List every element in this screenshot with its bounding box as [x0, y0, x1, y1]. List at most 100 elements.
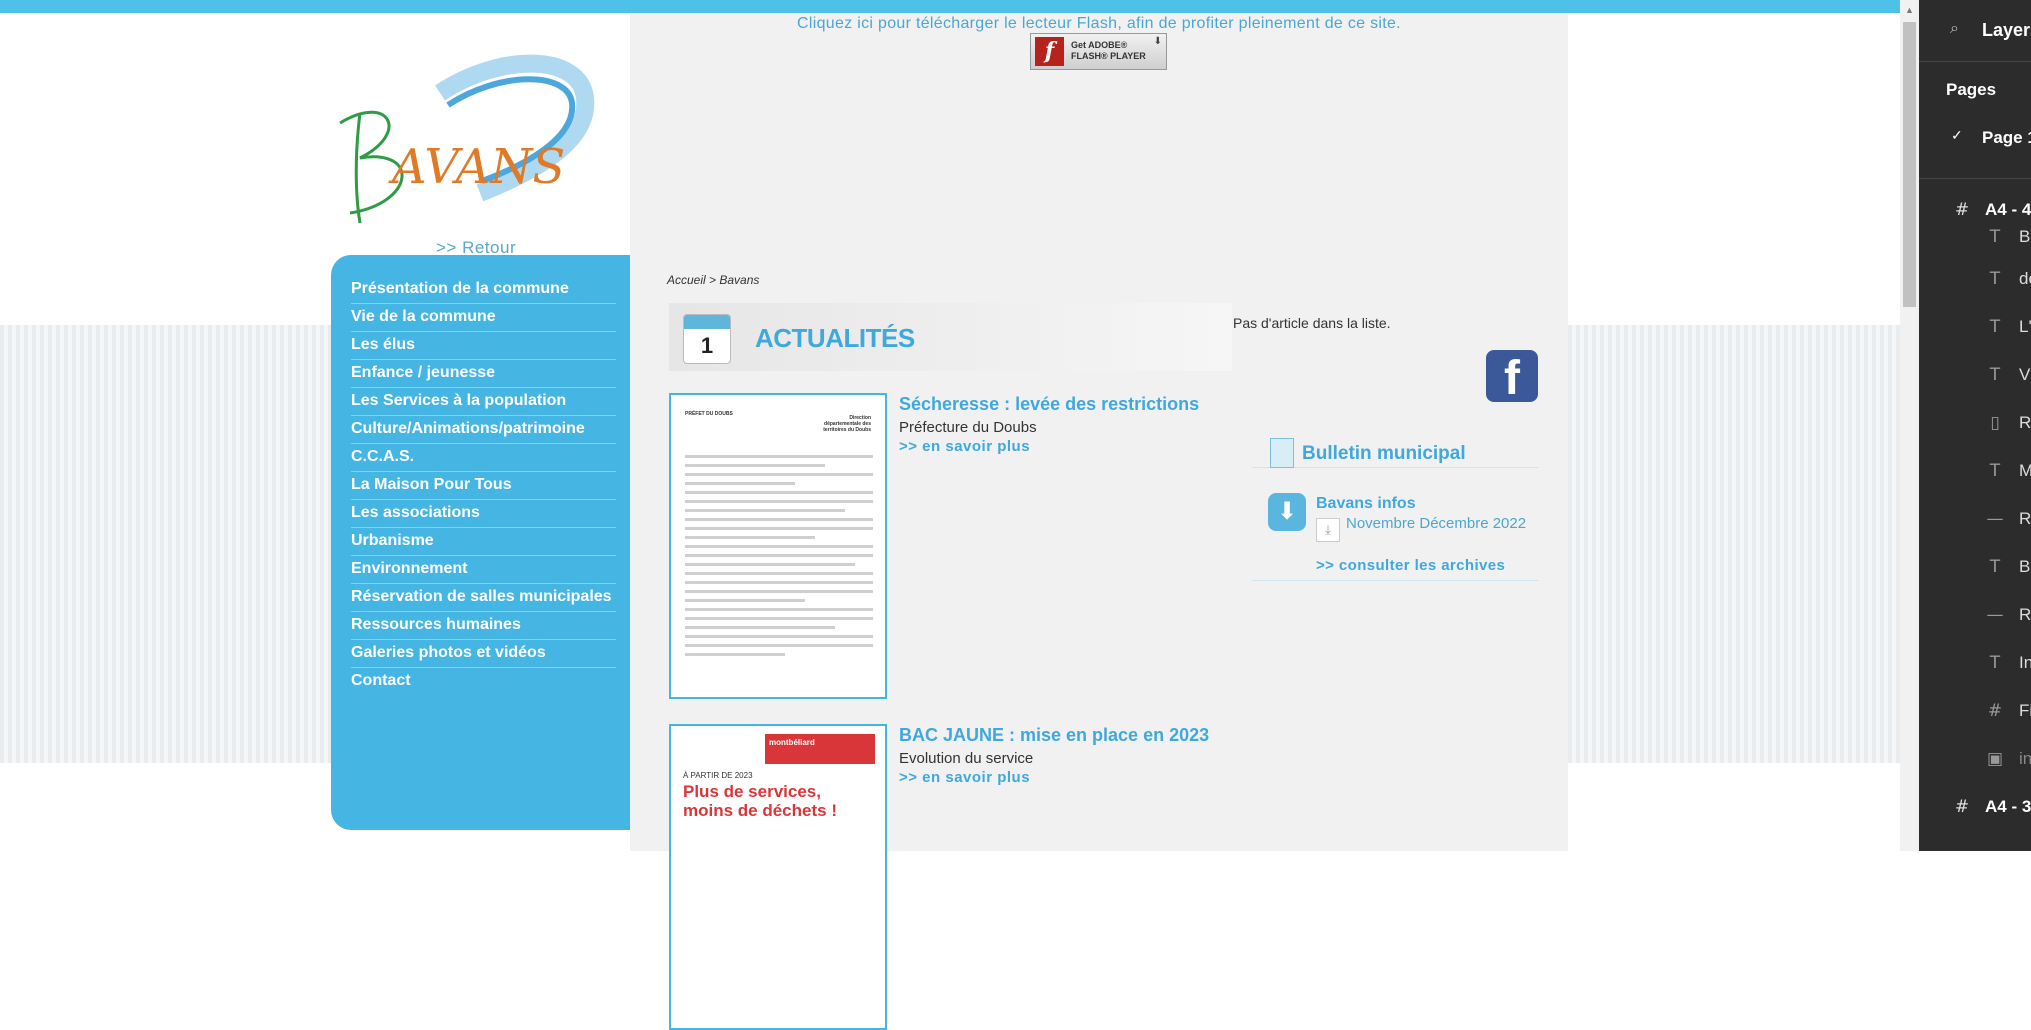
svg-text:AVANS: AVANS — [388, 139, 565, 195]
image-icon: ▣ — [1986, 749, 2004, 769]
logo-area: AVANS — [330, 13, 630, 258]
menu-item-environnement[interactable]: Environnement — [351, 556, 616, 584]
get-flash-button[interactable]: f Get ADOBE® FLASH® PLAYER ⬇ — [1030, 33, 1167, 70]
text-icon: T — [1989, 269, 2001, 289]
menu-item-services[interactable]: Les Services à la population — [351, 388, 616, 416]
frame-icon: # — [1954, 200, 1970, 220]
layer-row[interactable]: T M — [1919, 461, 2031, 491]
flash-button-text: Get ADOBE® FLASH® PLAYER — [1071, 40, 1146, 62]
facebook-icon[interactable]: f — [1486, 350, 1538, 405]
menu-item-galeries[interactable]: Galeries photos et vidéos — [351, 640, 616, 668]
check-icon: ✓ — [1951, 127, 1963, 143]
scroll-thumb[interactable] — [1903, 22, 1916, 307]
layer-row[interactable]: — Re — [1919, 605, 2031, 635]
article-subtitle: Préfecture du Doubs — [899, 419, 1037, 436]
layer-label: de — [2019, 269, 2031, 288]
menu-item-vie[interactable]: Vie de la commune — [351, 304, 616, 332]
text-icon: T — [1989, 317, 2001, 337]
layer-label: A4 - 4 — [1985, 200, 2031, 219]
layer-row[interactable]: # Fi — [1919, 701, 2031, 731]
article-title[interactable]: Sécheresse : levée des restrictions — [899, 394, 1199, 415]
page-item-1[interactable]: Page 1 — [1982, 128, 2031, 148]
layer-label: Fi — [2019, 701, 2031, 720]
bulletin-issue-link[interactable]: Novembre Décembre 2022 — [1346, 515, 1536, 532]
menu-item-enfance[interactable]: Enfance / jeunesse — [351, 360, 616, 388]
layer-row[interactable]: — Re — [1919, 509, 2031, 539]
layer-row[interactable]: T Bl — [1919, 557, 2031, 587]
bavans-logo[interactable]: AVANS — [330, 53, 630, 253]
pages-label: Pages — [1946, 80, 1997, 99]
line-icon: — — [1986, 509, 2004, 529]
menu-item-associations[interactable]: Les associations — [351, 500, 616, 528]
frame-icon: # — [1954, 797, 1970, 817]
top-accent-bar — [0, 0, 1900, 13]
article-title[interactable]: BAC JAUNE : mise en place en 2023 — [899, 725, 1209, 746]
layer-row[interactable]: T Vi — [1919, 365, 2031, 395]
rectangle-icon: ▯ — [1990, 413, 2000, 433]
download-arrow-icon: ⬇ — [1153, 36, 1162, 47]
layer-row[interactable]: ▣ in — [1919, 749, 2031, 779]
text-icon: T — [1989, 461, 2001, 481]
layer-row[interactable]: T In — [1919, 653, 2031, 683]
layer-label: Re — [2019, 605, 2031, 624]
flash-button-line1: Get ADOBE® — [1071, 40, 1128, 50]
layer-row[interactable]: T L' — [1919, 317, 2031, 347]
pdf-icon: ⤓ — [1316, 518, 1340, 542]
page-scrollbar[interactable]: ▲ — [1900, 0, 1919, 851]
layer-label: B — [2019, 227, 2031, 246]
menu-item-elus[interactable]: Les élus — [351, 332, 616, 360]
bulletin-title: Bulletin municipal — [1302, 443, 1466, 464]
bulletin-header: Bulletin municipal — [1252, 435, 1538, 468]
text-icon: T — [1989, 557, 2001, 577]
layer-label: A4 - 3 — [1985, 797, 2031, 816]
menu-item-culture[interactable]: Culture/Animations/patrimoine — [351, 416, 616, 444]
newspaper-icon — [1270, 438, 1294, 468]
article-subtitle: Evolution du service — [899, 750, 1034, 767]
actualites-header: 1 ACTUALITÉS — [669, 303, 1232, 371]
layer-row-frame[interactable]: # A4 - 3 — [1919, 797, 2031, 827]
pdf-download-icon: ⬇ — [1268, 493, 1306, 531]
bulletin-name[interactable]: Bavans infos — [1316, 495, 1416, 513]
thumb-brand: montbéliard — [765, 734, 875, 764]
bulletin-municipal: Bulletin municipal ⬇ Bavans infos ⤓ Nove… — [1252, 435, 1538, 583]
menu-item-rh[interactable]: Ressources humaines — [351, 612, 616, 640]
text-icon: T — [1989, 227, 2001, 247]
thumb-top-label: À PARTIR DE 2023 — [683, 771, 753, 780]
search-icon[interactable]: ⌕ — [1950, 20, 1959, 38]
article-read-more[interactable]: >> en savoir plus — [899, 769, 1030, 786]
grid-icon: # — [1987, 701, 2003, 721]
layer-row[interactable]: T de — [1919, 269, 2031, 299]
article-read-more[interactable]: >> en savoir plus — [899, 438, 1030, 455]
article-thumbnail[interactable]: montbéliard À PARTIR DE 2023 Plus de ser… — [669, 724, 887, 1030]
no-article-text: Pas d'article dans la liste. — [1233, 315, 1391, 331]
flash-icon: f — [1035, 37, 1064, 66]
bulletin-archives-link[interactable]: >> consulter les archives — [1316, 557, 1505, 574]
layer-label: Vi — [2019, 365, 2031, 384]
layer-label: in — [2019, 749, 2031, 768]
menu-item-presentation[interactable]: Présentation de la commune — [351, 276, 616, 304]
thumb-header-right: Direction départementale des territoires… — [823, 415, 871, 433]
main-content: Cliquez ici pour télécharger le lecteur … — [630, 13, 1568, 1030]
article-thumbnail[interactable]: PRÉFET DU DOUBS Direction départementale… — [669, 393, 887, 699]
layer-row-frame[interactable]: # A4 - 4 — [1919, 200, 2031, 230]
calendar-icon: 1 — [683, 314, 731, 364]
layers-panel: ⌕ Layers Pages ✓ Page 1 # A4 - 4 T B T d… — [1919, 0, 2031, 851]
scroll-up-icon[interactable]: ▲ — [1905, 5, 1914, 15]
layer-label: Re — [2019, 509, 2031, 528]
menu-item-ccas[interactable]: C.C.A.S. — [351, 444, 616, 472]
layer-row[interactable]: T B — [1919, 227, 2031, 257]
layers-tab[interactable]: Layers — [1982, 20, 2031, 41]
menu-item-contact[interactable]: Contact — [351, 668, 616, 695]
layer-label: Bl — [2019, 557, 2031, 576]
layer-row[interactable]: ▯ Re — [1919, 413, 2031, 443]
breadcrumb[interactable]: Accueil > Bavans — [667, 273, 759, 287]
text-icon: T — [1989, 653, 2001, 673]
menu-item-reservation[interactable]: Réservation de salles municipales — [351, 584, 616, 612]
layer-label: L' — [2019, 317, 2031, 336]
layer-label: Re — [2019, 413, 2031, 432]
line-icon: — — [1986, 605, 2004, 625]
flash-download-link[interactable]: Cliquez ici pour télécharger le lecteur … — [630, 15, 1568, 33]
menu-item-maison[interactable]: La Maison Pour Tous — [351, 472, 616, 500]
thumb-header-left: PRÉFET DU DOUBS — [685, 411, 733, 417]
menu-item-urbanisme[interactable]: Urbanisme — [351, 528, 616, 556]
